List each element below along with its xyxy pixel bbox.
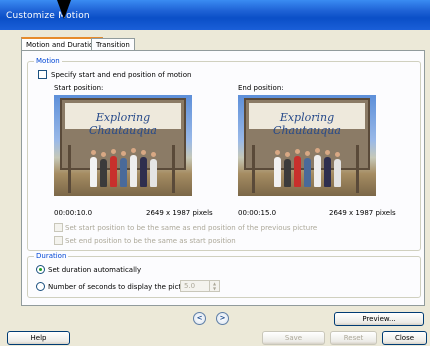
- person-figure: [304, 158, 311, 187]
- person-figure: [90, 157, 97, 187]
- person-figure: [284, 159, 291, 187]
- end-position-label: End position:: [238, 84, 284, 92]
- save-button[interactable]: Save: [262, 331, 325, 345]
- person-figure: [294, 156, 301, 187]
- motion-group: Motion Specify start and end position of…: [27, 57, 421, 251]
- person-figure: [334, 159, 341, 187]
- seconds-duration-radio[interactable]: [36, 282, 45, 291]
- person-figure: [100, 159, 107, 187]
- right-arrow-icon: >: [219, 314, 226, 322]
- cursor-arrow-icon: [57, 0, 71, 19]
- end-size: 2649 x 1987 pixels: [329, 209, 396, 217]
- preview-button[interactable]: Preview...: [334, 312, 424, 326]
- end-time: 00:00:15.0: [238, 209, 277, 217]
- start-time: 00:00:10.0: [54, 209, 93, 217]
- seconds-spinner[interactable]: 5.0 ▲ ▼: [180, 280, 220, 292]
- end-position-picture[interactable]: Exploring Chautauqua: [238, 95, 376, 196]
- next-picture-button[interactable]: >: [216, 312, 229, 325]
- end-photo-caption: Exploring Chautauqua: [273, 111, 341, 137]
- specify-motion-checkbox[interactable]: [38, 70, 47, 79]
- start-same-as-previous-checkbox[interactable]: [54, 223, 63, 232]
- start-size: 2649 x 1987 pixels: [146, 209, 213, 217]
- end-same-as-start-checkbox[interactable]: [54, 236, 63, 245]
- close-button[interactable]: Close: [382, 331, 427, 345]
- person-figure: [150, 159, 157, 187]
- spinner-arrows-icon[interactable]: ▲ ▼: [209, 281, 219, 291]
- duration-group-label: Duration: [34, 252, 69, 260]
- duration-group: Duration Set duration automatically Numb…: [27, 252, 421, 298]
- start-position-picture[interactable]: Exploring Chautauqua: [54, 95, 192, 196]
- person-figure: [140, 157, 147, 187]
- motion-group-label: Motion: [34, 57, 62, 65]
- tab-panel-motion-and-duration: Motion Specify start and end position of…: [21, 50, 425, 306]
- start-same-as-previous-label: Set start position to be the same as end…: [65, 224, 318, 232]
- person-figure: [274, 157, 281, 187]
- person-figure: [324, 157, 331, 187]
- person-figure: [110, 156, 117, 187]
- seconds-duration-label: Number of seconds to display the picture: [48, 283, 193, 291]
- person-figure: [120, 158, 127, 187]
- start-position-label: Start position:: [54, 84, 104, 92]
- start-photo-caption: Exploring Chautauqua: [89, 111, 157, 137]
- specify-motion-label: Specify start and end position of motion: [51, 71, 192, 79]
- window-title: Customize Motion: [6, 11, 90, 21]
- person-figure: [130, 155, 137, 187]
- left-arrow-icon: <: [196, 314, 203, 322]
- end-same-as-start-label: Set end position to be the same as start…: [65, 237, 236, 245]
- person-figure: [314, 155, 321, 187]
- reset-button[interactable]: Reset: [330, 331, 377, 345]
- seconds-value: 5.0: [184, 282, 196, 290]
- auto-duration-label: Set duration automatically: [48, 266, 142, 274]
- auto-duration-radio[interactable]: [36, 265, 45, 274]
- help-button[interactable]: Help: [7, 331, 70, 345]
- previous-picture-button[interactable]: <: [193, 312, 206, 325]
